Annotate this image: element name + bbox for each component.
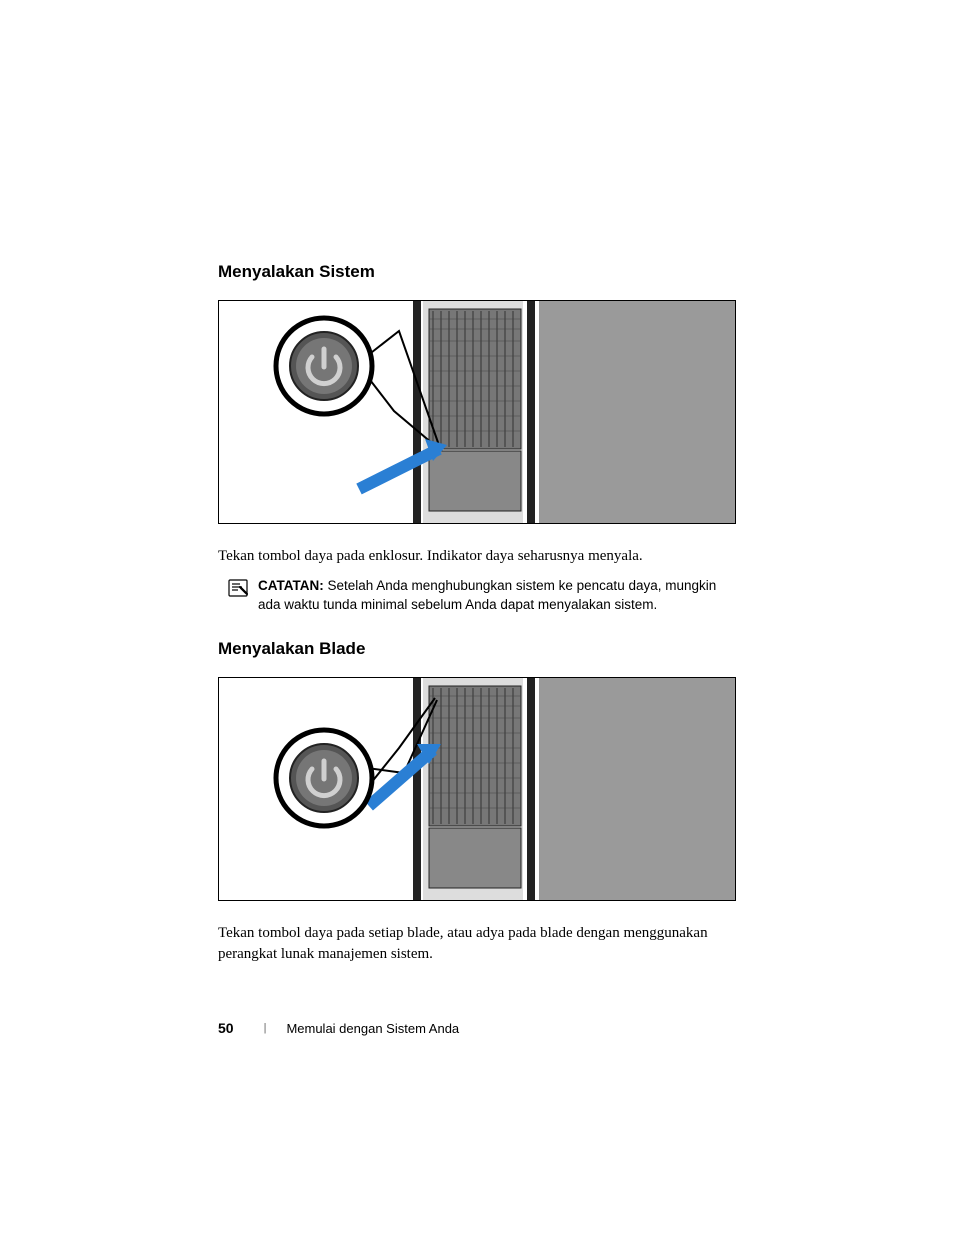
- note-text: CATATAN: Setelah Anda menghubungkan sist…: [258, 577, 736, 615]
- heading-section-2: Menyalakan Blade: [218, 639, 736, 659]
- body-text-section-2: Tekan tombol daya pada setiap blade, ata…: [218, 923, 736, 965]
- note-block: CATATAN: Setelah Anda menghubungkan sist…: [218, 577, 736, 615]
- page-number: 50: [218, 1020, 234, 1036]
- figure-power-on-blade: [218, 677, 736, 901]
- body-text-section-1: Tekan tombol daya pada enklosur. Indikat…: [218, 546, 736, 567]
- footer-title: Memulai dengan Sistem Anda: [286, 1021, 459, 1036]
- note-label: CATATAN:: [258, 578, 324, 593]
- page-footer: 50 | Memulai dengan Sistem Anda: [218, 1020, 459, 1036]
- note-body: Setelah Anda menghubungkan sistem ke pen…: [258, 578, 716, 612]
- figure-power-on-system: [218, 300, 736, 524]
- footer-separator: |: [264, 1022, 267, 1034]
- note-icon: [228, 579, 248, 602]
- heading-section-1: Menyalakan Sistem: [218, 262, 736, 282]
